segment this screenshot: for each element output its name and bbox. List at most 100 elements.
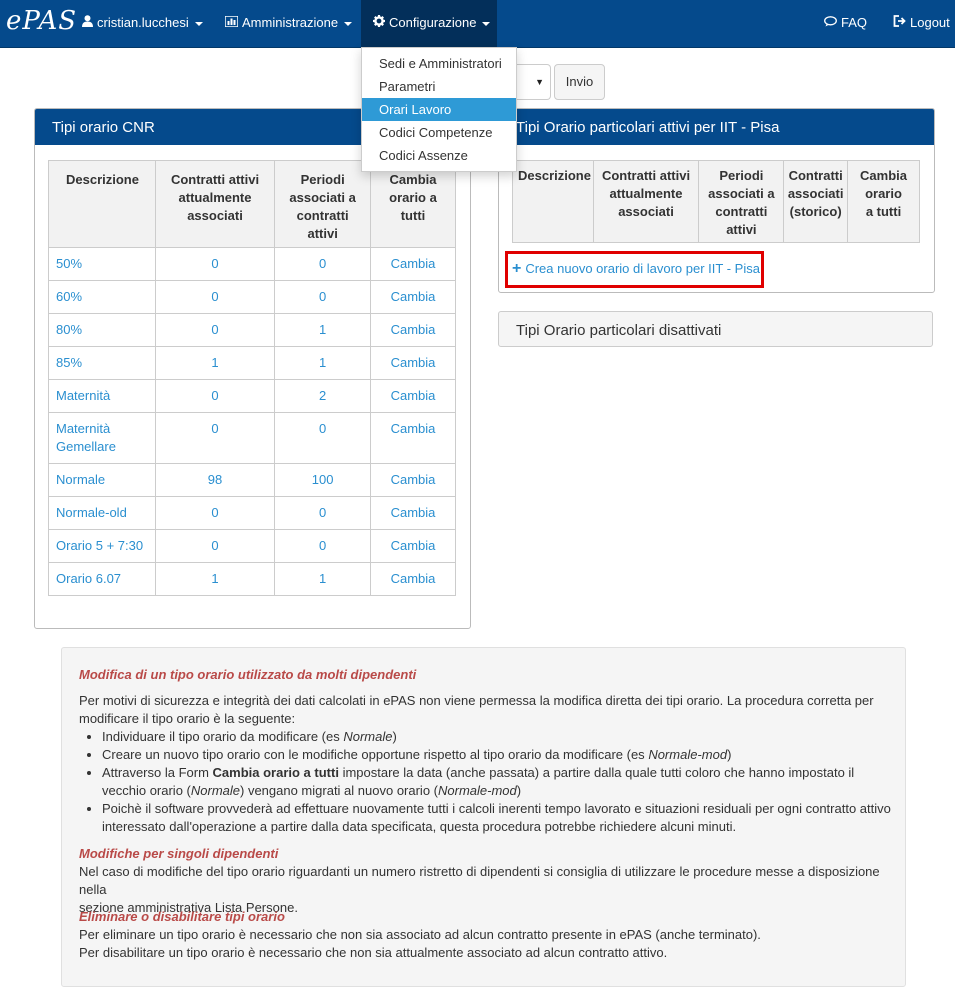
schedule-name-link[interactable]: Orario 6.07 — [48, 562, 156, 596]
top-navbar: ePAS cristian.lucchesi Amministrazione C… — [0, 0, 955, 48]
contracts-count: 0 — [154, 280, 276, 314]
table-row: 50% 0 0 Cambia — [48, 247, 456, 281]
contracts-count: 98 — [154, 463, 276, 497]
contracts-count: 0 — [154, 247, 276, 281]
schedule-name-link[interactable]: 85% — [48, 346, 156, 380]
info-paragraph: Per eliminare un tipo orario è necessari… — [79, 926, 761, 962]
config-label: Configurazione — [389, 15, 477, 30]
col-header: Cambia orario a tutti — [847, 160, 920, 243]
schedule-name-link[interactable]: 60% — [48, 280, 156, 314]
table-row: 85% 1 1 Cambia — [48, 346, 456, 380]
col-header: Periodi associati a contratti attivi — [274, 160, 371, 248]
periods-count: 0 — [274, 496, 371, 530]
logout-label: Logout — [910, 15, 950, 30]
schedule-name-link[interactable]: Maternità Gemellare — [48, 412, 156, 464]
contracts-count: 1 — [154, 562, 276, 596]
table-row: Normale-old 0 0 Cambia — [48, 496, 456, 530]
change-link[interactable]: Cambia — [370, 346, 456, 380]
contracts-count: 0 — [154, 496, 276, 530]
info-heading: Modifiche per singoli dipendenti — [79, 846, 279, 861]
faq-label: FAQ — [841, 15, 868, 30]
periods-count: 1 — [274, 313, 371, 347]
table-row: Orario 6.07 1 1 Cambia — [48, 562, 456, 596]
list-item: Attraverso la Form Cambia orario a tutti… — [102, 764, 902, 800]
contracts-count: 0 — [154, 529, 276, 563]
info-line: Nel caso di modifiche del tipo orario ri… — [79, 864, 880, 897]
bar-chart-icon — [224, 0, 239, 46]
change-link[interactable]: Cambia — [370, 496, 456, 530]
table-row: Normale 98 100 Cambia — [48, 463, 456, 497]
schedule-name-link[interactable]: 50% — [48, 247, 156, 281]
periods-count: 0 — [274, 412, 371, 464]
chevron-down-icon: ▼ — [535, 77, 544, 87]
panel-title: Tipi Orario particolari attivi per IIT -… — [499, 109, 934, 145]
schedule-name-link[interactable]: Normale — [48, 463, 156, 497]
periods-count: 2 — [274, 379, 371, 413]
cnr-schedules-panel: Tipi orario CNR Descrizione Contratti at… — [34, 108, 471, 629]
periods-count: 100 — [274, 463, 371, 497]
table-row: 80% 0 1 Cambia — [48, 313, 456, 347]
change-link[interactable]: Cambia — [370, 313, 456, 347]
gear-icon — [373, 0, 385, 46]
menu-item-sedi[interactable]: Sedi e Amministratori — [362, 52, 516, 75]
change-link[interactable]: Cambia — [370, 247, 456, 281]
info-paragraph: Per motivi di sicurezza e integrità dei … — [79, 692, 874, 728]
table-row: Maternità 0 2 Cambia — [48, 379, 456, 413]
schedule-name-link[interactable]: Maternità — [48, 379, 156, 413]
logout-link[interactable]: Logout — [893, 0, 950, 47]
change-link[interactable]: Cambia — [370, 379, 456, 413]
periods-count: 0 — [274, 247, 371, 281]
menu-item-orari-lavoro[interactable]: Orari Lavoro — [362, 98, 516, 121]
info-line: Per motivi di sicurezza e integrità dei … — [79, 693, 874, 708]
change-link[interactable]: Cambia — [370, 463, 456, 497]
periods-count: 0 — [274, 280, 371, 314]
contracts-count: 0 — [154, 313, 276, 347]
table-header-row: Descrizione Contratti attivi attualmente… — [48, 160, 456, 248]
user-icon — [82, 0, 93, 46]
schedule-name-link[interactable]: 80% — [48, 313, 156, 347]
table-row: 60% 0 0 Cambia — [48, 280, 456, 314]
iit-table: Descrizione Contratti attivi attualmente… — [512, 160, 920, 243]
contracts-count: 1 — [154, 346, 276, 380]
user-menu[interactable]: cristian.lucchesi — [82, 0, 203, 47]
table-row: Maternità Gemellare 0 0 Cambia — [48, 412, 456, 464]
submit-button[interactable]: Invio — [554, 64, 605, 100]
change-link[interactable]: Cambia — [370, 529, 456, 563]
col-header: Cambia orario a tutti — [370, 160, 456, 248]
info-steps-list: Individuare il tipo orario da modificare… — [84, 728, 902, 836]
menu-item-parametri[interactable]: Parametri — [362, 75, 516, 98]
list-item: Individuare il tipo orario da modificare… — [102, 728, 902, 746]
col-header: Contratti attivi attualmente associati — [592, 160, 700, 243]
logout-icon — [893, 0, 906, 46]
table-header-row: Descrizione Contratti attivi attualmente… — [512, 160, 920, 243]
change-link[interactable]: Cambia — [370, 280, 456, 314]
faq-link[interactable]: FAQ — [824, 0, 867, 47]
info-line: Per eliminare un tipo orario è necessari… — [79, 927, 761, 942]
chevron-down-icon — [194, 21, 203, 26]
config-dropdown-menu: Sedi e Amministratori Parametri Orari La… — [361, 47, 517, 172]
periods-count: 0 — [274, 529, 371, 563]
change-link[interactable]: Cambia — [370, 412, 456, 464]
contracts-count: 0 — [154, 412, 276, 464]
disabled-schedules-panel[interactable]: Tipi Orario particolari disattivati — [498, 311, 933, 347]
list-item: Creare un nuovo tipo orario con le modif… — [102, 746, 902, 764]
contracts-count: 0 — [154, 379, 276, 413]
user-name: cristian.lucchesi — [97, 15, 189, 30]
menu-item-codici-competenze[interactable]: Codici Competenze — [362, 121, 516, 144]
highlight-box — [505, 251, 764, 288]
col-header: Contratti associati (storico) — [783, 160, 849, 243]
comment-icon — [824, 0, 837, 46]
info-line: Per disabilitare un tipo orario è necess… — [79, 945, 668, 960]
admin-menu[interactable]: Amministrazione — [224, 0, 353, 47]
schedule-name-link[interactable]: Orario 5 + 7:30 — [48, 529, 156, 563]
brand-logo[interactable]: ePAS — [6, 6, 77, 36]
schedule-name-link[interactable]: Normale-old — [48, 496, 156, 530]
change-link[interactable]: Cambia — [370, 562, 456, 596]
menu-item-codici-assenze[interactable]: Codici Assenze — [362, 144, 516, 167]
info-heading: Eliminare o disabilitare tipi orario — [79, 909, 285, 924]
cnr-table: Descrizione Contratti attivi attualmente… — [48, 160, 456, 596]
col-header: Contratti attivi attualmente associati — [154, 160, 276, 248]
config-menu[interactable]: Configurazione — [361, 0, 497, 47]
col-header: Periodi associati a contratti attivi — [698, 160, 785, 243]
info-heading: Modifica di un tipo orario utilizzato da… — [79, 667, 417, 682]
